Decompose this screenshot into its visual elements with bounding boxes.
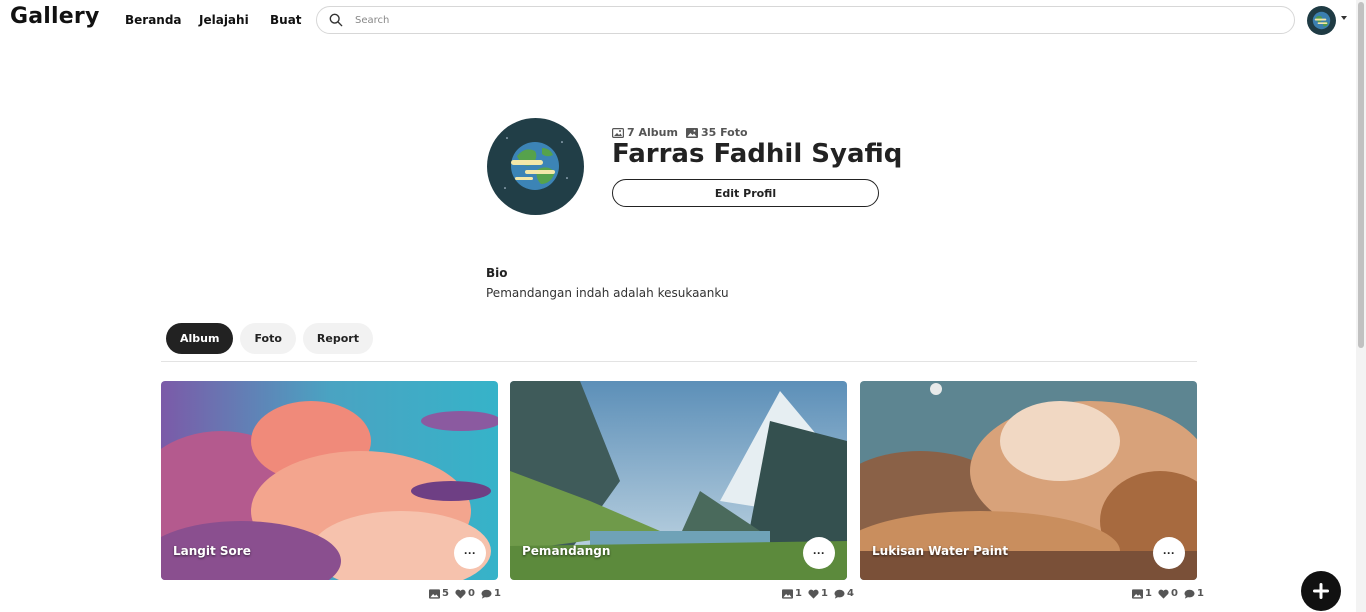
globe-icon [1312, 11, 1331, 30]
scrollbar-thumb[interactable] [1358, 2, 1364, 348]
bio-heading: Bio [486, 266, 508, 280]
album-icon [612, 127, 624, 138]
album-photo-count: 1 [1145, 588, 1152, 599]
album-comment-count: 1 [493, 588, 501, 599]
user-avatar[interactable] [1307, 6, 1336, 35]
album-like-count: 0 [467, 588, 475, 599]
tab-foto[interactable]: Foto [240, 323, 296, 354]
profile-tabs: Album Foto Report [166, 323, 373, 354]
album-comment-count: 4 [846, 588, 854, 599]
comment-icon [834, 589, 845, 599]
album-photo-count: 1 [795, 588, 802, 599]
nav-link-jelajahi[interactable]: Jelajahi [199, 13, 249, 27]
album-card[interactable]: Langit Sore ··· [161, 381, 498, 580]
album-title: Langit Sore [173, 544, 251, 558]
nav-link-buat[interactable]: Buat [270, 13, 302, 27]
top-navbar: Gallery Beranda Jelajahi Buat [0, 0, 1356, 40]
album-comment-count: 1 [1196, 588, 1204, 599]
image-icon [429, 588, 440, 599]
profile-avatar [487, 118, 584, 215]
album-count-label: 7 Album [627, 126, 678, 139]
album-options-button[interactable]: ··· [1153, 537, 1185, 569]
album-card[interactable]: Lukisan Water Paint ··· [860, 381, 1197, 580]
image-icon [782, 588, 793, 599]
edit-profile-button[interactable]: Edit Profil [612, 179, 879, 207]
chevron-down-icon[interactable] [1341, 16, 1347, 20]
tabs-divider [161, 361, 1197, 362]
album-photo-count: 5 [442, 588, 449, 599]
album-options-button[interactable]: ··· [803, 537, 835, 569]
profile-stats: 7 Album 35 Foto [612, 126, 748, 139]
heart-icon [1158, 589, 1169, 599]
comment-icon [1184, 589, 1195, 599]
heart-icon [808, 589, 819, 599]
image-icon [685, 127, 698, 138]
plus-icon [1313, 583, 1329, 599]
tab-report[interactable]: Report [302, 323, 373, 354]
album-count: 7 Album [612, 126, 678, 139]
album-title: Lukisan Water Paint [872, 544, 1009, 558]
album-card[interactable]: Pemandangn ··· [510, 381, 847, 580]
search-input[interactable] [355, 11, 1275, 29]
search-icon [329, 13, 343, 27]
album-stats: 1 0 1 [1132, 588, 1204, 599]
photo-count-label: 35 Foto [700, 126, 748, 139]
add-button[interactable] [1301, 571, 1341, 611]
globe-icon [504, 137, 568, 190]
photo-count: 35 Foto [685, 126, 748, 139]
album-stats: 5 0 1 [429, 588, 501, 599]
nav-link-beranda[interactable]: Beranda [125, 13, 182, 27]
comment-icon [481, 589, 492, 599]
album-like-count: 1 [820, 588, 828, 599]
page-scrollbar[interactable] [1356, 0, 1366, 612]
image-icon [1132, 588, 1143, 599]
album-title: Pemandangn [522, 544, 611, 558]
search-bar[interactable] [316, 6, 1295, 34]
album-like-count: 0 [1170, 588, 1178, 599]
bio-text: Pemandangan indah adalah kesukaanku [486, 286, 729, 300]
album-options-button[interactable]: ··· [454, 537, 486, 569]
brand-logo[interactable]: Gallery [10, 4, 100, 29]
heart-icon [455, 589, 466, 599]
tab-album[interactable]: Album [166, 323, 234, 354]
album-stats: 1 1 4 [782, 588, 854, 599]
profile-name: Farras Fadhil Syafiq [612, 139, 903, 169]
